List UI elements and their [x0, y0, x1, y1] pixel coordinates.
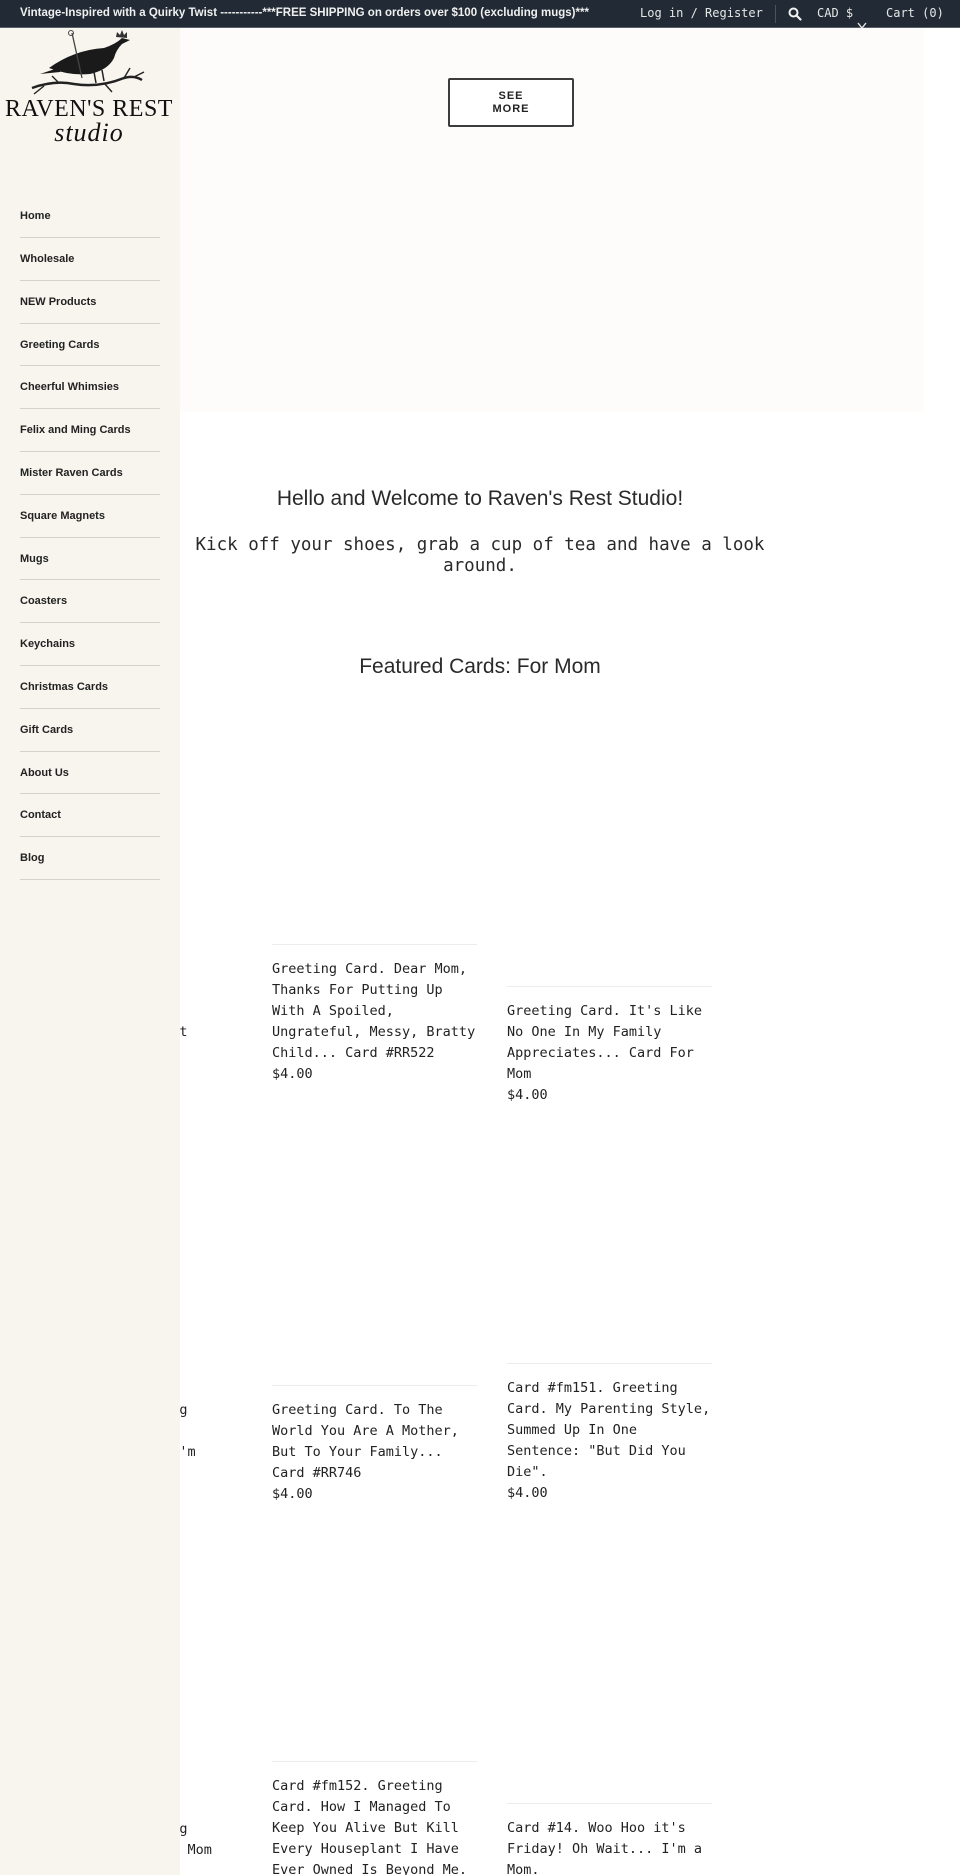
product-title[interactable]: Card #fm152. Greeting Card. How I Manage… [272, 1776, 477, 1875]
product-title[interactable]: Card #14. Woo Hoo it's Friday! Oh Wait..… [507, 1818, 712, 1875]
see-more-button[interactable]: SEE MORE [448, 78, 574, 127]
product-card[interactable]: Card #14. Woo Hoo it's Friday! Oh Wait..… [507, 1803, 712, 1875]
product-divider [272, 944, 477, 945]
announcement-bar: Vintage-Inspired with a Quirky Twist ---… [0, 0, 960, 30]
sidebar-item-about-us[interactable]: About Us [20, 752, 160, 795]
product-title[interactable]: Card #fm151. Greeting Card. My Parenting… [507, 1378, 712, 1483]
see-more-label-line2: MORE [492, 103, 530, 115]
product-card[interactable]: Card #fm152. Greeting Card. How I Manage… [272, 1761, 477, 1875]
product-card[interactable]: Greeting Card. It's Like No One In My Fa… [507, 986, 712, 1106]
welcome-tagline: Kick off your shoes, grab a cup of tea a… [195, 535, 765, 576]
welcome-heading: Hello and Welcome to Raven's Rest Studio… [276, 487, 684, 510]
product-price: $4.00 [272, 1486, 313, 1502]
product-card[interactable]: Card #fm151. Greeting Card. My Parenting… [507, 1363, 712, 1504]
product-divider [272, 1385, 477, 1386]
sidebar: RAVEN'S REST studio Home Wholesale NEW P… [0, 28, 180, 1875]
chevron-down-icon[interactable] [857, 22, 867, 30]
product-title[interactable]: Greeting Card. Dear Mom, Thanks For Putt… [272, 959, 477, 1064]
sidebar-item-square-magnets[interactable]: Square Magnets [20, 495, 160, 538]
cart-link[interactable]: Cart (0) [886, 6, 944, 20]
sidebar-item-blog[interactable]: Blog [20, 837, 160, 880]
sidebar-item-mugs[interactable]: Mugs [20, 538, 160, 581]
store-logo[interactable]: RAVEN'S REST studio [4, 28, 174, 148]
product-title[interactable]: Greeting Card. To The World You Are A Mo… [272, 1400, 477, 1484]
sidebar-item-wholesale[interactable]: Wholesale [20, 238, 160, 281]
search-icon[interactable] [788, 7, 802, 21]
sidebar-item-greeting-cards[interactable]: Greeting Cards [20, 324, 160, 367]
raven-icon [31, 30, 145, 95]
product-divider [272, 1761, 477, 1762]
sidebar-item-felix-and-ming-cards[interactable]: Felix and Ming Cards [20, 409, 160, 452]
product-card[interactable]: Greeting Card. To The World You Are A Mo… [272, 1385, 477, 1505]
featured-heading: Featured Cards: For Mom [359, 655, 601, 678]
sidebar-item-contact[interactable]: Contact [20, 794, 160, 838]
login-separator: / [683, 6, 706, 20]
sidebar-item-mister-raven-cards[interactable]: Mister Raven Cards [20, 452, 160, 495]
sidebar-item-christmas-cards[interactable]: Christmas Cards [20, 666, 160, 709]
see-more-label-line1: SEE [498, 90, 524, 102]
product-divider [507, 1363, 712, 1364]
product-divider [507, 986, 712, 987]
product-price: $4.00 [507, 1485, 548, 1501]
login-link[interactable]: Log in [640, 6, 683, 20]
logo-script: studio [54, 118, 124, 147]
product-price: $4.00 [507, 1087, 548, 1103]
sidebar-nav: Home Wholesale NEW Products Greeting Car… [20, 210, 160, 880]
sidebar-item-cheerful-whimsies[interactable]: Cheerful Whimsies [20, 366, 160, 410]
sidebar-item-new-products[interactable]: NEW Products [20, 281, 160, 324]
register-link[interactable]: Register [705, 6, 763, 20]
account-links: Log in / Register [640, 6, 763, 20]
hero-banner: SEE MORE [150, 28, 924, 412]
announcement-text: Vintage-Inspired with a Quirky Twist ---… [20, 7, 589, 19]
sidebar-item-coasters[interactable]: Coasters [20, 580, 160, 624]
product-divider [507, 1803, 712, 1804]
product-title[interactable]: Greeting Card. It's Like No One In My Fa… [507, 1001, 712, 1085]
product-price: $4.00 [272, 1066, 313, 1082]
header-divider [775, 5, 776, 23]
product-card[interactable]: Greeting Card. Dear Mom, Thanks For Putt… [272, 944, 477, 1085]
sidebar-item-home[interactable]: Home [20, 210, 160, 238]
sidebar-item-gift-cards[interactable]: Gift Cards [20, 709, 160, 752]
sidebar-item-keychains[interactable]: Keychains [20, 623, 160, 666]
currency-selector[interactable]: CAD $ [817, 6, 853, 20]
